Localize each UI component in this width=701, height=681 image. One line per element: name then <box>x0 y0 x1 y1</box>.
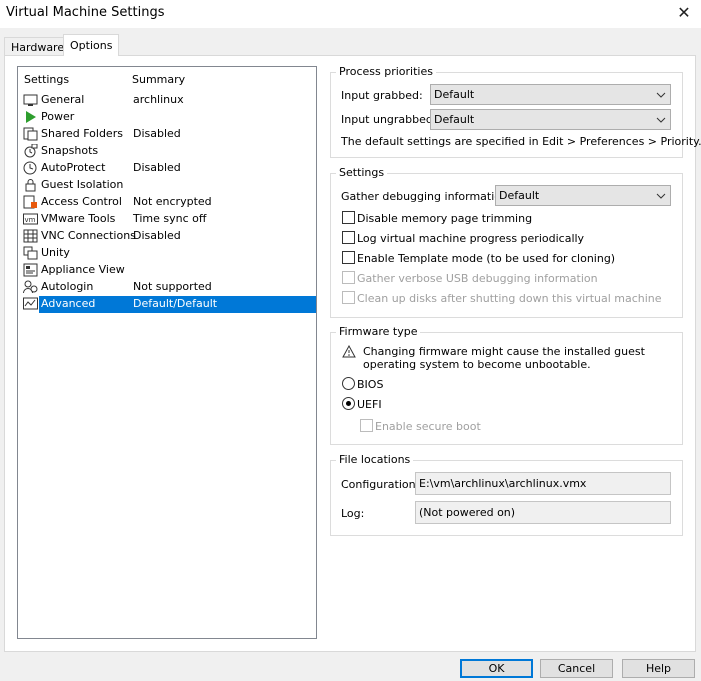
disable-trimming-label: Disable memory page trimming <box>357 212 533 225</box>
gather-debugging-label: Gather debugging information: <box>341 190 512 203</box>
list-item-vnc-connections[interactable]: VNC Connections Disabled <box>18 228 316 245</box>
priority-note: The default settings are specified in Ed… <box>341 135 701 148</box>
tab-hardware[interactable]: Hardware <box>4 37 72 56</box>
list-item-advanced[interactable]: Advanced Default/Default <box>18 296 316 313</box>
appliance-icon <box>23 263 38 277</box>
group-title-settings: Settings <box>336 166 388 179</box>
list-item-guest-isolation[interactable]: Guest Isolation <box>18 177 316 194</box>
unity-icon <box>23 246 38 260</box>
uefi-label: UEFI <box>357 398 382 411</box>
column-summary[interactable]: Summary <box>132 73 185 86</box>
list-item-general[interactable]: General archlinux <box>18 92 316 109</box>
log-progress-label: Log virtual machine progress periodicall… <box>357 232 585 245</box>
input-grabbed-select[interactable]: Default <box>430 84 671 105</box>
configuration-field[interactable]: E:\vm\archlinux\archlinux.vmx <box>415 472 671 495</box>
settings-list[interactable]: Settings Summary General archlinux Power… <box>17 66 317 639</box>
usb-debug-checkbox <box>342 271 355 284</box>
radio-selected-dot <box>346 401 351 406</box>
usb-debug-label: Gather verbose USB debugging information <box>357 272 598 285</box>
monitor-icon <box>23 94 38 106</box>
list-item-appliance-view[interactable]: Appliance View <box>18 262 316 279</box>
log-label: Log: <box>341 507 365 520</box>
log-field[interactable]: (Not powered on) <box>415 501 671 524</box>
clock-icon <box>23 161 37 175</box>
warning-icon <box>342 345 356 358</box>
template-mode-label: Enable Template mode (to be used for clo… <box>357 252 616 265</box>
chevron-down-icon <box>656 193 666 199</box>
clean-disks-label: Clean up disks after shutting down this … <box>357 292 662 305</box>
list-item-power[interactable]: Power <box>18 109 316 126</box>
chevron-down-icon <box>656 117 666 123</box>
cancel-button[interactable]: Cancel <box>540 659 613 678</box>
secure-boot-label: Enable secure boot <box>375 420 481 433</box>
group-title-file-locations: File locations <box>336 453 414 466</box>
title-bar: Virtual Machine Settings ✕ <box>0 0 701 28</box>
disable-trimming-checkbox[interactable] <box>342 211 355 224</box>
secure-boot-checkbox <box>360 419 373 432</box>
group-title-process-priorities: Process priorities <box>336 65 436 78</box>
list-item-shared-folders[interactable]: Shared Folders Disabled <box>18 126 316 143</box>
list-item-snapshots[interactable]: Snapshots <box>18 143 316 160</box>
input-grabbed-label: Input grabbed: <box>341 89 423 102</box>
group-title-firmware: Firmware type <box>336 325 421 338</box>
svg-text:vm: vm <box>25 216 36 224</box>
vnc-icon <box>23 229 38 243</box>
list-item-unity[interactable]: Unity <box>18 245 316 262</box>
gather-debugging-select[interactable]: Default <box>495 185 671 206</box>
ok-button[interactable]: OK <box>460 659 533 678</box>
help-button[interactable]: Help <box>622 659 695 678</box>
list-item-vmware-tools[interactable]: vm VMware Tools Time sync off <box>18 211 316 228</box>
bios-label: BIOS <box>357 378 384 391</box>
configuration-label: Configuration: <box>341 478 420 491</box>
list-header: Settings Summary <box>18 71 316 89</box>
firmware-warning-line1: Changing firmware might cause the instal… <box>363 345 645 358</box>
template-mode-checkbox[interactable] <box>342 251 355 264</box>
list-item-access-control[interactable]: Access Control Not encrypted <box>18 194 316 211</box>
close-icon[interactable]: ✕ <box>673 2 695 24</box>
play-icon <box>26 111 36 123</box>
uefi-radio[interactable] <box>342 397 355 410</box>
access-control-icon <box>23 195 37 209</box>
lock-icon <box>25 179 36 192</box>
firmware-warning-line2: operating system to become unbootable. <box>363 358 591 371</box>
autologin-icon <box>23 280 38 294</box>
tab-options[interactable]: Options <box>63 34 120 56</box>
input-ungrabbed-label: Input ungrabbed: <box>341 113 437 126</box>
log-progress-checkbox[interactable] <box>342 231 355 244</box>
window-title: Virtual Machine Settings <box>6 5 165 20</box>
advanced-icon <box>23 297 38 310</box>
snapshot-icon <box>24 144 38 158</box>
clean-disks-checkbox <box>342 291 355 304</box>
list-item-autologin[interactable]: Autologin Not supported <box>18 279 316 296</box>
list-item-autoprotect[interactable]: AutoProtect Disabled <box>18 160 316 177</box>
column-settings[interactable]: Settings <box>24 73 69 86</box>
input-ungrabbed-select[interactable]: Default <box>430 109 671 130</box>
bios-radio[interactable] <box>342 377 355 390</box>
folder-share-icon <box>23 127 38 141</box>
chevron-down-icon <box>656 92 666 98</box>
vm-icon: vm <box>23 213 38 225</box>
